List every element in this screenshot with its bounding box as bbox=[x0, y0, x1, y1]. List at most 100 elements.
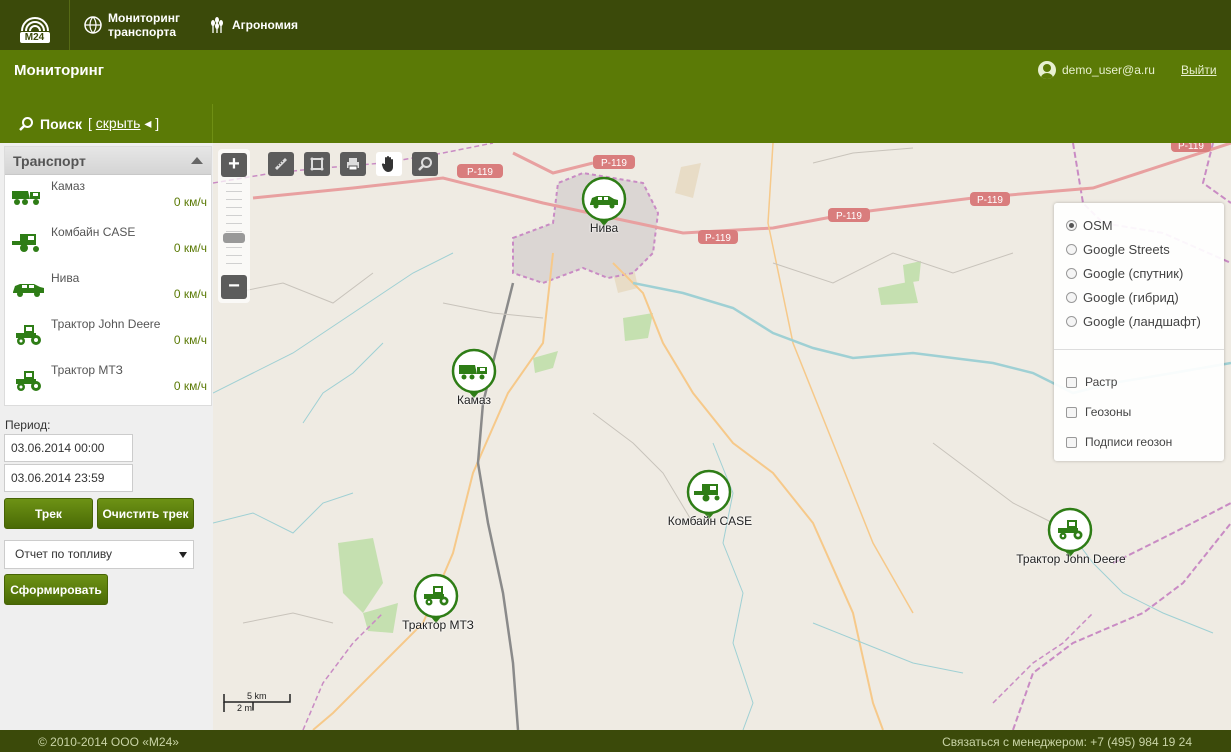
footer-copyright: © 2010-2014 ООО «М24» bbox=[38, 735, 179, 749]
report-select[interactable]: Отчет по топливу bbox=[4, 540, 194, 569]
caret-left-icon: ◂ bbox=[144, 115, 152, 131]
vehicle-item[interactable]: Нива 0 км/ч bbox=[5, 267, 211, 313]
search-toggle: [ скрыть ◂ ] bbox=[88, 115, 160, 131]
nav-monitoring-label-2: транспорта bbox=[108, 25, 177, 39]
vehicle-speed: 0 км/ч bbox=[173, 241, 207, 255]
user-info[interactable]: demo_user@a.ru bbox=[1038, 61, 1155, 79]
hide-search-link[interactable]: скрыть bbox=[96, 115, 141, 131]
zoom-in-button[interactable]: + bbox=[221, 153, 247, 177]
road-label: Р-119 bbox=[705, 233, 731, 244]
radio-icon[interactable] bbox=[1066, 268, 1077, 279]
checkbox-icon[interactable] bbox=[1066, 406, 1077, 418]
print-icon bbox=[347, 158, 359, 171]
transport-title: Транспорт bbox=[13, 152, 86, 169]
scale-mi-label: 2 mi bbox=[237, 703, 255, 713]
search-icon bbox=[19, 116, 33, 131]
vehicle-name: Камаз bbox=[51, 179, 85, 193]
road-label: Р-119 bbox=[601, 158, 627, 169]
nav-agronomy[interactable]: Агрономия bbox=[208, 16, 298, 34]
print-tool[interactable] bbox=[340, 152, 366, 176]
period-label: Период: bbox=[5, 418, 51, 432]
signal-icon bbox=[20, 17, 49, 32]
divider bbox=[1054, 349, 1224, 350]
marker-label: Трактор John Deere bbox=[1016, 552, 1126, 566]
zoom-control: + − bbox=[218, 149, 250, 303]
search-tab: Поиск [ скрыть ◂ ] bbox=[0, 104, 213, 143]
radio-icon[interactable] bbox=[1066, 292, 1077, 303]
dump-truck-icon bbox=[12, 191, 40, 205]
area-icon bbox=[310, 157, 324, 171]
pan-tool[interactable] bbox=[376, 152, 402, 176]
wheat-icon bbox=[208, 16, 226, 34]
tractor-icon bbox=[16, 371, 41, 391]
report-select-value: Отчет по топливу bbox=[15, 547, 113, 561]
zoom-out-button[interactable]: − bbox=[221, 275, 247, 299]
chevron-down-icon bbox=[179, 552, 187, 558]
generate-button[interactable]: Сформировать bbox=[4, 574, 108, 605]
layer-google-hybrid[interactable]: Google (гибрид) bbox=[1066, 290, 1179, 305]
logo[interactable]: M24 bbox=[0, 0, 70, 50]
checkbox-icon[interactable] bbox=[1066, 436, 1077, 448]
track-button[interactable]: Трек bbox=[4, 498, 93, 529]
user-email: demo_user@a.ru bbox=[1062, 63, 1155, 77]
vehicle-speed: 0 км/ч bbox=[173, 195, 207, 209]
vehicle-item[interactable]: Трактор John Deere 0 км/ч bbox=[5, 313, 211, 359]
road-label: Р-119 bbox=[467, 167, 493, 178]
vehicle-speed: 0 км/ч bbox=[173, 379, 207, 393]
area-tool[interactable] bbox=[304, 152, 330, 176]
radio-icon[interactable] bbox=[1066, 244, 1077, 255]
road-label: Р-119 bbox=[1178, 143, 1204, 152]
scale-km-label: 5 km bbox=[247, 691, 267, 701]
zoom-track[interactable] bbox=[226, 183, 242, 271]
nav-monitoring-label-1: Мониторинг bbox=[108, 11, 180, 25]
marker-label: Трактор МТЗ bbox=[402, 618, 474, 632]
road-label: Р-119 bbox=[836, 211, 862, 222]
globe-icon bbox=[84, 16, 102, 34]
magnifier-icon bbox=[418, 157, 432, 171]
logout-link[interactable]: Выйти bbox=[1181, 63, 1217, 77]
vehicle-name: Нива bbox=[51, 271, 80, 285]
radio-icon[interactable] bbox=[1066, 316, 1077, 327]
road-label: Р-119 bbox=[977, 195, 1003, 206]
vehicle-item[interactable]: Трактор МТЗ 0 км/ч bbox=[5, 359, 211, 405]
ruler-tool[interactable] bbox=[268, 152, 294, 176]
hand-icon bbox=[381, 156, 393, 172]
zoom-slider-handle[interactable] bbox=[223, 233, 245, 243]
overlay-geozone-labels[interactable]: Подписи геозон bbox=[1066, 435, 1172, 449]
marker-label: Нива bbox=[589, 221, 619, 235]
vehicle-speed: 0 км/ч bbox=[173, 333, 207, 347]
date-to-input[interactable]: 03.06.2014 23:59 bbox=[4, 464, 133, 492]
marker-label: Камаз bbox=[457, 393, 491, 407]
vehicle-item[interactable]: Камаз 0 км/ч bbox=[5, 175, 211, 221]
footer-contact: Связаться с менеджером: +7 (495) 984 19 … bbox=[942, 735, 1192, 749]
checkbox-icon[interactable] bbox=[1066, 376, 1077, 388]
nav-agronomy-label: Агрономия bbox=[231, 18, 298, 32]
overlay-raster[interactable]: Растр bbox=[1066, 375, 1117, 389]
ruler-icon bbox=[275, 158, 287, 170]
layer-google-streets[interactable]: Google Streets bbox=[1066, 242, 1170, 257]
marker-label: Комбайн CASE bbox=[667, 514, 753, 528]
layer-osm[interactable]: OSM bbox=[1066, 218, 1113, 233]
zoom-box-tool[interactable] bbox=[412, 152, 438, 176]
combine-icon bbox=[12, 234, 39, 252]
search-label: Поиск bbox=[40, 115, 83, 132]
overlay-geozones[interactable]: Геозоны bbox=[1066, 405, 1131, 419]
clear-track-button[interactable]: Очистить трек bbox=[97, 498, 194, 529]
map-view[interactable]: Р-119 Р-119 Р-119 Р-119 Р-119 Р-119 + − … bbox=[213, 143, 1231, 730]
transport-panel-header[interactable]: Транспорт bbox=[5, 147, 211, 175]
top-nav: M24 Мониторинг транспорта Агрономия bbox=[0, 0, 1231, 50]
collapse-arrow-icon[interactable] bbox=[191, 157, 203, 164]
vehicle-speed: 0 км/ч bbox=[173, 287, 207, 301]
radio-icon[interactable] bbox=[1066, 220, 1077, 231]
layer-google-satellite[interactable]: Google (спутник) bbox=[1066, 266, 1183, 281]
nav-monitoring[interactable]: Мониторинг транспорта bbox=[84, 11, 180, 39]
vehicle-name: Комбайн CASE bbox=[51, 225, 136, 239]
tractor-icon bbox=[16, 325, 41, 345]
date-from-input[interactable]: 03.06.2014 00:00 bbox=[4, 434, 133, 462]
layer-google-terrain[interactable]: Google (ландшафт) bbox=[1066, 314, 1201, 329]
logo-text: M24 bbox=[19, 32, 50, 43]
layer-switcher: OSM Google Streets Google (спутник) Goog… bbox=[1054, 203, 1224, 461]
page-title: Мониторинг bbox=[14, 62, 104, 79]
vehicle-item[interactable]: Комбайн CASE 0 км/ч bbox=[5, 221, 211, 267]
user-icon bbox=[1038, 61, 1056, 79]
